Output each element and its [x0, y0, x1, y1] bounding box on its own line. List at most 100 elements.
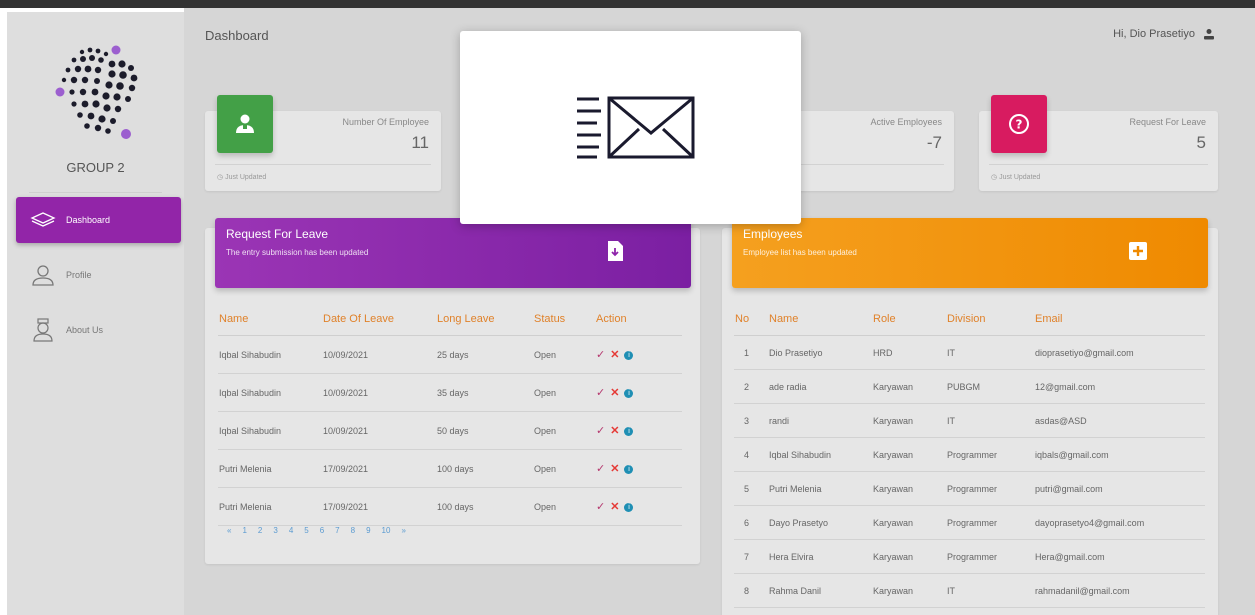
page-link[interactable]: 2 [258, 526, 262, 535]
table-cell: IT [946, 573, 1034, 608]
table-cell: Karyawan [872, 573, 946, 608]
page-link[interactable]: 3 [273, 526, 277, 535]
table-cell: 25 days [436, 335, 533, 374]
table-cell: IT [946, 403, 1034, 438]
table-cell: Karyawan [872, 403, 946, 438]
table-row: Putri Melenia 17/09/2021 100 days Open ✓ ✕ i [218, 449, 682, 488]
table-cell: Iqbal Sihabudin [218, 335, 322, 374]
sidebar-item-dashboard[interactable]: Dashboard [16, 197, 181, 243]
info-icon[interactable]: i [624, 503, 634, 513]
user-outline-icon [30, 264, 56, 286]
table-cell: 10/09/2021 [322, 373, 436, 412]
table-cell: dioprasetiyo@gmail.com [1034, 335, 1205, 370]
table-cell: Open [533, 487, 595, 526]
reject-icon[interactable]: ✕ [610, 463, 619, 475]
table-row: 5 Putri Melenia Karyawan Programmer putri@gm… [734, 471, 1205, 506]
mail-modal[interactable] [460, 31, 801, 224]
table-cell: Open [533, 449, 595, 488]
svg-text:?: ? [1016, 118, 1023, 132]
employees-panel-header: Employees Employee list has been updated [732, 218, 1208, 288]
page-link[interactable]: 6 [320, 526, 324, 535]
table-row: 3 randi Karyawan IT asdas@ASD [734, 403, 1205, 438]
employee-icon [217, 95, 273, 153]
table-cell: 100 days [436, 449, 533, 488]
reject-icon[interactable]: ✕ [610, 501, 619, 513]
question-icon: ? [991, 95, 1047, 153]
table-cell: 5 [734, 471, 768, 506]
leave-panel: Request For Leave The entry submission h… [205, 218, 700, 564]
page-link[interactable]: 9 [366, 526, 370, 535]
stat-card-request-leave: ? Request For Leave 5 ◷ Just Updated [979, 95, 1218, 191]
approve-icon[interactable]: ✓ [596, 387, 605, 399]
table-cell: 100 days [436, 487, 533, 526]
stat-value: 11 [411, 133, 429, 152]
table-cell: Iqbal Sihabudin [768, 437, 872, 472]
table-cell: 17/09/2021 [322, 449, 436, 488]
info-icon[interactable]: i [624, 389, 634, 399]
reject-icon[interactable]: ✕ [610, 387, 619, 399]
sidebar-item-label: Profile [66, 270, 92, 280]
info-icon[interactable]: i [624, 351, 634, 361]
table-cell: Dio Prasetiyo [768, 335, 872, 370]
user-greeting: Hi, Dio Prasetiyo [1113, 28, 1195, 40]
info-icon[interactable]: i [624, 427, 634, 437]
page-link[interactable]: 7 [335, 526, 339, 535]
column-header: Name [768, 303, 872, 336]
table-cell: asdas@ASD [1034, 403, 1205, 438]
table-cell: 8 [734, 573, 768, 608]
sidebar-item-profile[interactable]: Profile [16, 252, 181, 298]
panel-title: Request For Leave [226, 227, 329, 241]
leave-table-header: Name Date Of Leave Long Leave Status Act… [218, 303, 682, 336]
action-cell: ✓ ✕ i [595, 373, 682, 412]
table-cell: 1 [734, 335, 768, 370]
sidebar-item-label: Dashboard [66, 215, 111, 225]
table-cell: Hera@gmail.com [1034, 539, 1205, 574]
page-link[interactable]: « [227, 526, 231, 535]
reject-icon[interactable]: ✕ [610, 349, 619, 361]
table-cell: 50 days [436, 411, 533, 450]
column-header: Email [1034, 303, 1205, 336]
sidebar: GROUP 2 Dashboard Profile About Us [7, 12, 184, 615]
group-name: GROUP 2 [66, 160, 125, 175]
table-cell: 10/09/2021 [322, 411, 436, 450]
stat-divider [215, 164, 431, 165]
action-cell: ✓ ✕ i [595, 411, 682, 450]
table-cell: 12@gmail.com [1034, 369, 1205, 404]
page-link[interactable]: 4 [289, 526, 293, 535]
stat-footer-text: Just Updated [225, 174, 267, 181]
table-cell: iqbals@gmail.com [1034, 437, 1205, 472]
top-bar [0, 0, 1255, 8]
info-icon[interactable]: i [624, 465, 634, 475]
stat-label: Active Employees [870, 117, 942, 127]
user-menu[interactable]: Hi, Dio Prasetiyo [1113, 28, 1215, 40]
page-link[interactable]: 5 [304, 526, 308, 535]
table-cell: 7 [734, 539, 768, 574]
table-row: Iqbal Sihabudin 10/09/2021 25 days Open ✓ ✕ … [218, 335, 682, 374]
table-cell: HRD [872, 335, 946, 370]
approve-icon[interactable]: ✓ [596, 463, 605, 475]
table-cell: Karyawan [872, 369, 946, 404]
table-cell: Programmer [946, 539, 1034, 574]
column-header: Status [533, 303, 595, 336]
table-cell: IT [946, 335, 1034, 370]
page-link[interactable]: 8 [351, 526, 355, 535]
table-cell: ade radia [768, 369, 872, 404]
table-cell: Hera Elvira [768, 539, 872, 574]
approve-icon[interactable]: ✓ [596, 349, 605, 361]
table-row: 2 ade radia Karyawan PUBGM 12@gmail.com [734, 369, 1205, 404]
stat-card-employees: Number Of Employee 11 ◷ Just Updated [205, 95, 441, 191]
page-link[interactable]: » [401, 526, 405, 535]
employees-panel: Employees Employee list has been updated… [722, 218, 1218, 615]
table-cell: 4 [734, 437, 768, 472]
table-cell: dayoprasetyo4@gmail.com [1034, 505, 1205, 540]
file-download-icon[interactable] [605, 240, 625, 262]
table-cell: Karyawan [872, 437, 946, 472]
approve-icon[interactable]: ✓ [596, 501, 605, 513]
page-link[interactable]: 10 [382, 526, 391, 535]
page-link[interactable]: 1 [242, 526, 246, 535]
reject-icon[interactable]: ✕ [610, 425, 619, 437]
sidebar-item-about-us[interactable]: About Us [16, 307, 181, 353]
table-row: 1 Dio Prasetiyo HRD IT dioprasetiyo@gmail.co… [734, 335, 1205, 370]
plus-box-icon[interactable] [1128, 240, 1148, 262]
approve-icon[interactable]: ✓ [596, 425, 605, 437]
